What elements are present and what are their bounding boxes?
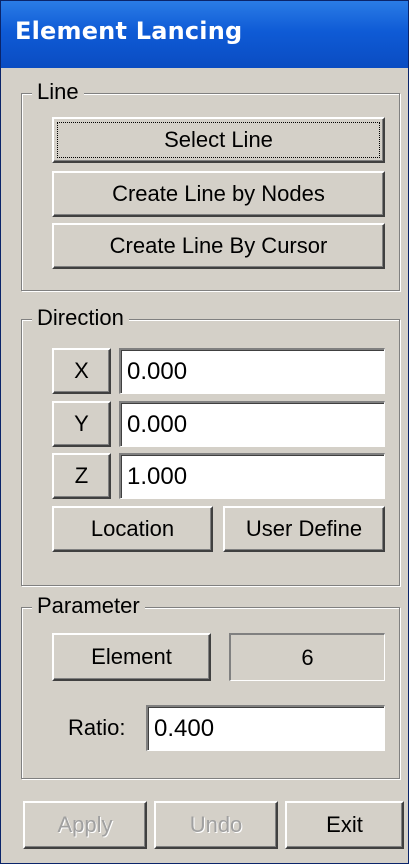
y-direction-button[interactable]: Y xyxy=(52,401,111,447)
element-button[interactable]: Element xyxy=(52,633,211,681)
select-line-button[interactable]: Select Line xyxy=(52,117,385,163)
window-title: Element Lancing xyxy=(15,17,243,45)
undo-button[interactable]: Undo xyxy=(154,801,278,849)
user-define-button[interactable]: User Define xyxy=(223,506,385,552)
z-direction-input[interactable]: 1.000 xyxy=(119,453,385,499)
create-line-by-cursor-button[interactable]: Create Line By Cursor xyxy=(52,223,385,269)
line-group-legend: Line xyxy=(32,79,84,105)
element-count-display: 6 xyxy=(229,633,385,681)
location-button[interactable]: Location xyxy=(52,506,213,552)
ratio-label: Ratio: xyxy=(68,715,126,740)
element-lancing-dialog: Element Lancing Line Select Line Create … xyxy=(0,0,409,864)
x-direction-input[interactable]: 0.000 xyxy=(119,348,385,394)
exit-button[interactable]: Exit xyxy=(285,801,404,849)
direction-group-legend: Direction xyxy=(32,305,129,331)
parameter-group-legend: Parameter xyxy=(32,593,145,619)
y-direction-input[interactable]: 0.000 xyxy=(119,401,385,447)
x-direction-button[interactable]: X xyxy=(52,348,111,394)
create-line-by-nodes-button[interactable]: Create Line by Nodes xyxy=(52,171,385,217)
ratio-input[interactable]: 0.400 xyxy=(146,705,385,751)
title-bar[interactable]: Element Lancing xyxy=(1,1,408,68)
apply-button[interactable]: Apply xyxy=(23,801,147,849)
z-direction-button[interactable]: Z xyxy=(52,453,111,499)
